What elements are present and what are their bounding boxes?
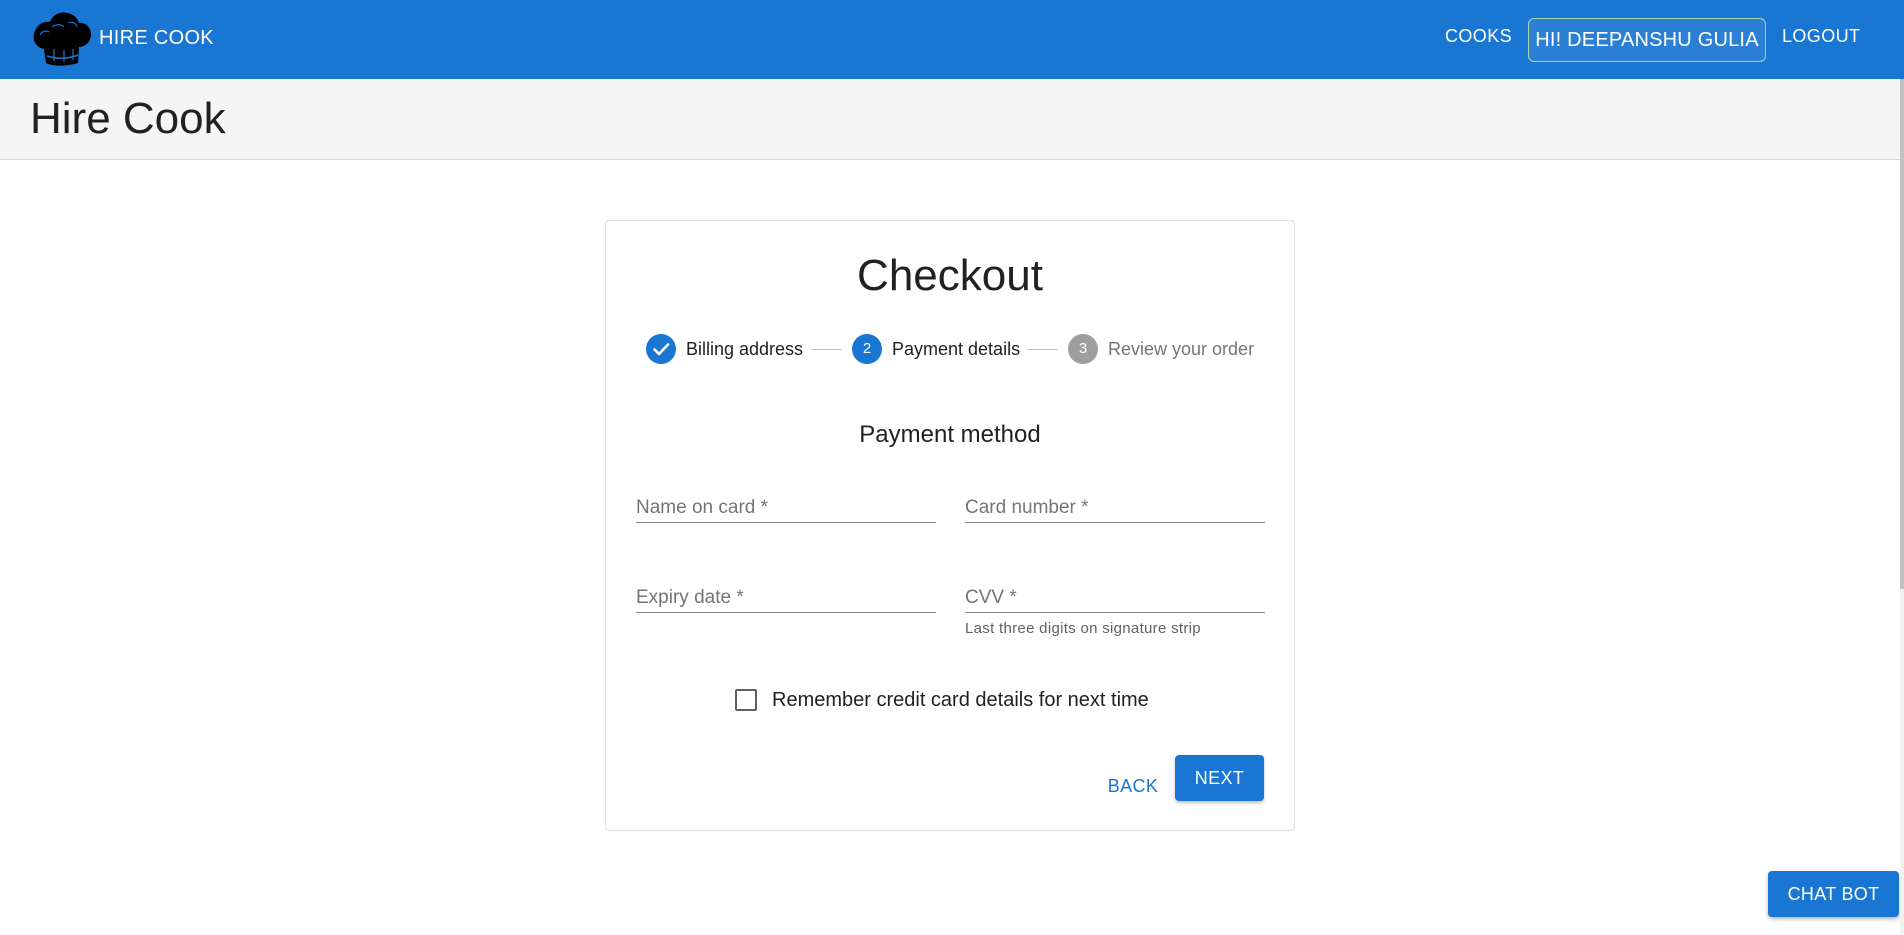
checkout-title: Checkout [857,251,1043,300]
cvv-helper-text: Last three digits on signature strip [965,620,1201,637]
name-on-card-input[interactable] [636,489,936,523]
cvv-field [965,579,1265,613]
step-label-payment-details: Payment details [892,339,1021,359]
checkout-stepper: Billing address 2 Payment details 3 Revi… [606,334,1294,364]
chat-bot-button[interactable]: CHAT BOT [1768,871,1899,917]
name-on-card-field [636,489,936,523]
back-button[interactable]: BACK [1093,766,1173,806]
step-label-billing-address: Billing address [686,339,804,359]
expiry-date-field [636,579,936,613]
checkout-card: Checkout Billing address 2 Payment detai… [605,220,1295,831]
scrollbar-thumb[interactable] [1900,79,1904,589]
brand-name[interactable]: HIRE COOK [99,27,214,50]
next-button[interactable]: NEXT [1175,755,1264,801]
step-label-review-order: Review your order [1108,339,1255,359]
step-number-3: 3 [1068,334,1098,364]
expiry-date-input[interactable] [636,579,936,613]
app-bar: HIRE COOK COOKS HI! DEEPANSHU GULIA LOGO… [0,0,1904,79]
step-completed-check-icon [646,334,676,364]
logout-button[interactable]: LOGOUT [1782,26,1860,47]
section-title: Payment method [859,421,1041,448]
remember-card-checkbox[interactable] [735,689,757,711]
chef-hat-icon[interactable] [30,9,93,69]
step-connector [1028,349,1058,350]
card-number-field [965,489,1265,523]
user-greeting-button[interactable]: HI! DEEPANSHU GULIA [1528,18,1766,62]
card-number-input[interactable] [965,489,1265,523]
page-header [0,79,1900,160]
remember-card-label[interactable]: Remember credit card details for next ti… [772,689,1149,712]
step-number-2: 2 [852,334,882,364]
step-connector [812,349,842,350]
nav-cooks-button[interactable]: COOKS [1445,26,1512,47]
cvv-input[interactable] [965,579,1265,613]
page-title: Hire Cook [30,94,226,143]
check-icon [653,343,670,356]
